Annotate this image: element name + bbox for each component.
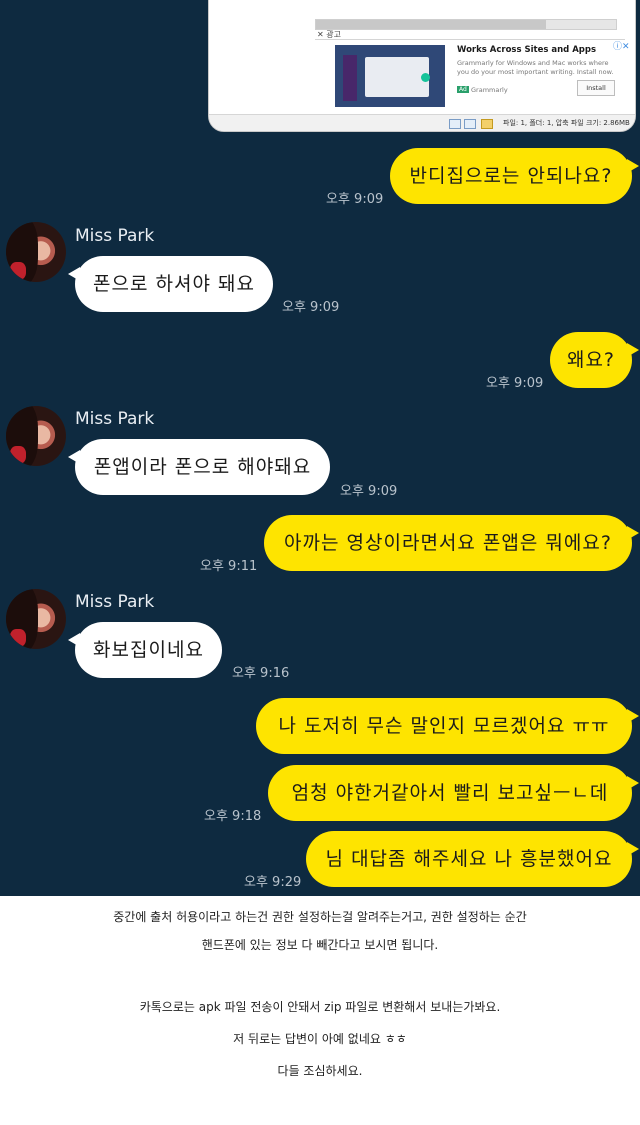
ad-install-button[interactable]: Install [577,80,615,96]
my-message-bubble[interactable]: 왜요? [550,332,639,388]
profile-avatar[interactable] [6,406,66,466]
caption-line: 저 뒤로는 답변이 아예 없네요 ㅎㅎ [233,1032,407,1046]
ad-description: Grammarly for Windows and Mac works wher… [457,59,614,76]
list-view-icon[interactable] [464,119,476,129]
their-message-bubble[interactable]: 화보집이네요 [68,622,222,678]
ad-image-window [365,57,429,97]
caption-line: 다들 조심하세요. [277,1064,363,1078]
message-time: 오후 9:09 [486,376,544,391]
status-bar: 파일: 1, 폴더: 1, 압축 파일 크기: 2.86MB [209,114,635,131]
grammarly-dot-icon [421,73,430,82]
ad-brand: Grammarly [471,86,508,94]
ad-info-close-icon[interactable]: ⓘ✕ [613,39,630,52]
divider [315,39,625,40]
chat-background: ✕ 광고 Works Across Sites and Apps ⓘ✕ Gram… [0,0,640,896]
message-time: 오후 9:11 [200,559,258,574]
their-message-bubble[interactable]: 폰앱이라 폰으로 해야돼요 [68,439,330,495]
ad-image-sidebar [343,55,357,101]
message-time: 오후 9:16 [232,666,290,681]
my-message-bubble[interactable]: 엄청 야한거같아서 빨리 보고싶ㅡㄴ데 [268,765,639,821]
their-message-bubble[interactable]: 폰으로 하셔야 돼요 [68,256,273,312]
caption-line: 중간에 출처 허용이라고 하는건 권한 설정하는걸 알려주는거고, 권한 설정하… [113,910,527,924]
message-time: 오후 9:09 [326,192,384,207]
ad-title[interactable]: Works Across Sites and Apps [457,45,596,55]
caption-line: 카톡으로는 apk 파일 전송이 안돼서 zip 파일로 변환해서 보내는가봐요… [139,1000,501,1014]
message-time: 오후 9:29 [244,875,302,890]
status-text: 파일: 1, 폴더: 1, 압축 파일 크기: 2.86MB [503,119,630,127]
profile-avatar[interactable] [6,222,66,282]
sender-name[interactable]: Miss Park [75,409,154,429]
ad-badge: Ad [457,86,469,93]
message-time: 오후 9:09 [340,484,398,499]
ad-image[interactable] [335,45,445,107]
details-view-icon[interactable] [449,119,461,129]
sender-name[interactable]: Miss Park [75,226,154,246]
message-time: 오후 9:09 [282,300,340,315]
message-time: 오후 9:18 [204,809,262,824]
caption-line: 핸드폰에 있는 정보 다 빼간다고 보시면 됩니다. [201,938,439,952]
profile-avatar[interactable] [6,589,66,649]
my-message-bubble[interactable]: 나 도저히 무슨 말인지 모르겠어요 ㅠㅠ [256,698,639,754]
my-message-bubble[interactable]: 님 대답좀 해주세요 나 흥분했어요 [306,831,639,887]
shared-screenshot-image[interactable]: ✕ 광고 Works Across Sites and Apps ⓘ✕ Gram… [208,0,636,132]
scrollbar-thumb[interactable] [316,20,546,29]
my-message-bubble[interactable]: 반디집으로는 안되나요? [390,148,639,204]
horizontal-scrollbar[interactable] [315,19,617,30]
sender-name[interactable]: Miss Park [75,592,154,612]
my-message-bubble[interactable]: 아까는 영상이라면서요 폰앱은 뭐에요? [264,515,639,571]
folder-icon[interactable] [481,119,493,129]
